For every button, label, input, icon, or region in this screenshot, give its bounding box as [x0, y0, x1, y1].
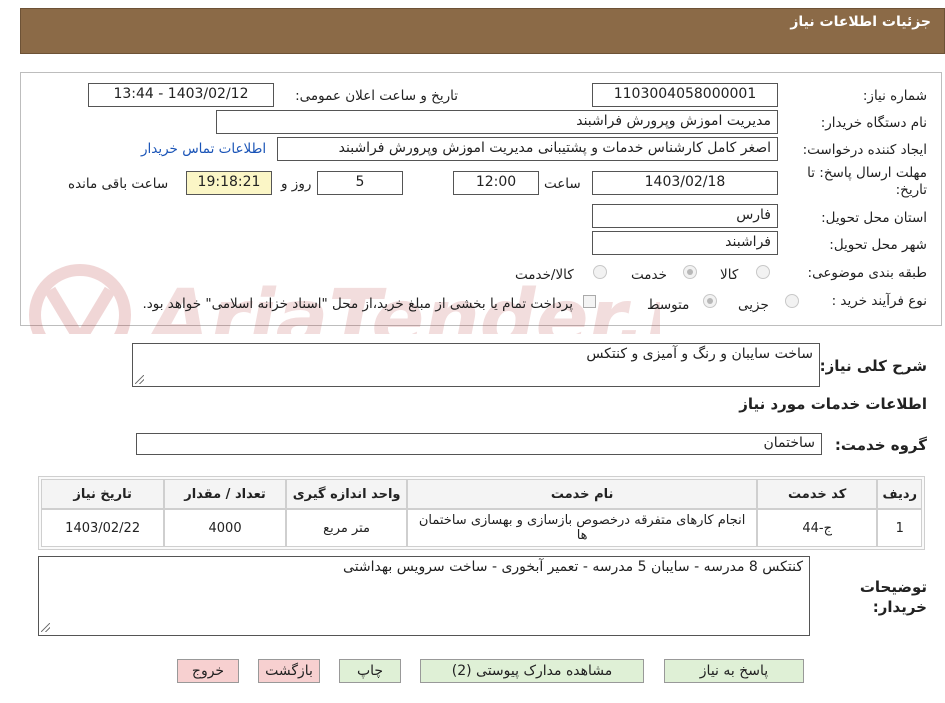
category-radio-service[interactable] [683, 265, 697, 279]
service-group-label: گروه خدمت: [834, 436, 927, 454]
cell-quantity: 4000 [164, 509, 286, 547]
need-number-label: شماره نیاز: [862, 88, 927, 104]
buyer-org-label: نام دستگاه خریدار: [820, 115, 927, 131]
process-radio-minor[interactable] [785, 294, 799, 308]
buyer-notes-resize-grip[interactable] [41, 623, 50, 632]
table-header-row: ردیف کد خدمت نام خدمت واحد اندازه گیری ت… [41, 479, 922, 509]
announce-datetime-label: تاریخ و ساعت اعلان عمومی: [295, 88, 458, 104]
cell-need-date: 1403/02/22 [41, 509, 165, 547]
days-remaining-field: 5 [317, 171, 403, 195]
process-option-medium: متوسط [647, 297, 690, 313]
description-label: شرح کلی نیاز: [819, 357, 927, 375]
treasury-payment-note: پرداخت تمام یا بخشی از مبلغ خرید،از محل … [142, 296, 573, 312]
col-header-quantity: تعداد / مقدار [164, 479, 286, 509]
buyer-notes-label: توضیحات خریدار: [859, 578, 927, 616]
col-header-unit: واحد اندازه گیری [285, 479, 408, 509]
col-header-need-date: تاریخ نیاز [41, 479, 165, 509]
deadline-label: مهلت ارسال پاسخ: تا تاریخ: [807, 165, 927, 198]
reply-button[interactable]: پاسخ به نیاز [664, 659, 804, 683]
services-table: ردیف کد خدمت نام خدمت واحد اندازه گیری ت… [41, 479, 922, 547]
process-option-minor: جزیی [738, 297, 769, 313]
cell-unit: متر مربع [285, 509, 408, 547]
cell-service-code: ج-44 [756, 509, 878, 547]
deadline-date-field: 1403/02/18 [592, 171, 778, 195]
cell-service-name: انجام کارهای متفرقه درخصوص بازسازی و بهس… [407, 509, 757, 547]
cell-row-number: 1 [877, 509, 922, 547]
category-option-goods: کالا [720, 267, 739, 283]
treasury-payment-checkbox[interactable] [583, 295, 596, 308]
process-label: نوع فرآیند خرید : [831, 293, 927, 309]
services-section-title: اطلاعات خدمات مورد نیاز [739, 395, 927, 413]
col-header-service-name: نام خدمت [407, 479, 757, 509]
table-row: 1 ج-44 انجام کارهای متفرقه درخصوص بازساز… [41, 509, 922, 547]
province-label: استان محل تحویل: [821, 210, 927, 226]
category-option-goods-service: کالا/خدمت [515, 267, 574, 283]
city-field: فراشبند [592, 231, 778, 255]
services-table-wrapper: ردیف کد خدمت نام خدمت واحد اندازه گیری ت… [38, 476, 925, 550]
deadline-time-label: ساعت [544, 176, 581, 192]
col-header-service-code: کد خدمت [756, 479, 878, 509]
days-label: روز و [281, 176, 312, 192]
requester-label: ایجاد کننده درخواست: [802, 142, 927, 158]
category-radio-goods-service[interactable] [593, 265, 607, 279]
buyer-org-field: مدیریت اموزش وپرورش فراشبند [216, 110, 778, 134]
col-header-row-number: ردیف [877, 479, 922, 509]
service-group-field: ساختمان [136, 433, 822, 455]
time-remaining-label: ساعت باقی مانده [68, 176, 169, 192]
description-field[interactable]: ساخت سایبان و رنگ و آمیزی و کنتکس [132, 343, 820, 387]
exit-button[interactable]: خروج [177, 659, 239, 683]
view-attachments-button[interactable]: مشاهده مدارک پیوستی (2) [420, 659, 644, 683]
page-title: جزئیات اطلاعات نیاز [790, 14, 931, 30]
description-resize-grip[interactable] [135, 375, 144, 384]
deadline-time-field: 12:00 [453, 171, 539, 195]
category-radio-goods[interactable] [756, 265, 770, 279]
province-field: فارس [592, 204, 778, 228]
time-remaining-field: 19:18:21 [186, 171, 272, 195]
buyer-notes-field[interactable]: کنتکس 8 مدرسه - سایبان 5 مدرسه - تعمیر آ… [38, 556, 810, 636]
buyer-contact-link[interactable]: اطلاعات تماس خریدار [141, 141, 266, 157]
city-label: شهر محل تحویل: [829, 237, 927, 253]
category-label: طبقه بندی موضوعی: [807, 265, 927, 281]
category-option-service: خدمت [631, 267, 667, 283]
back-button[interactable]: بازگشت [258, 659, 320, 683]
requester-field: اصغر کامل کارشناس خدمات و پشتیبانی مدیری… [277, 137, 778, 161]
need-number-field: 1103004058000001 [592, 83, 778, 107]
announce-datetime-field: 1403/02/12 - 13:44 [88, 83, 274, 107]
process-radio-medium[interactable] [703, 294, 717, 308]
print-button[interactable]: چاپ [339, 659, 401, 683]
